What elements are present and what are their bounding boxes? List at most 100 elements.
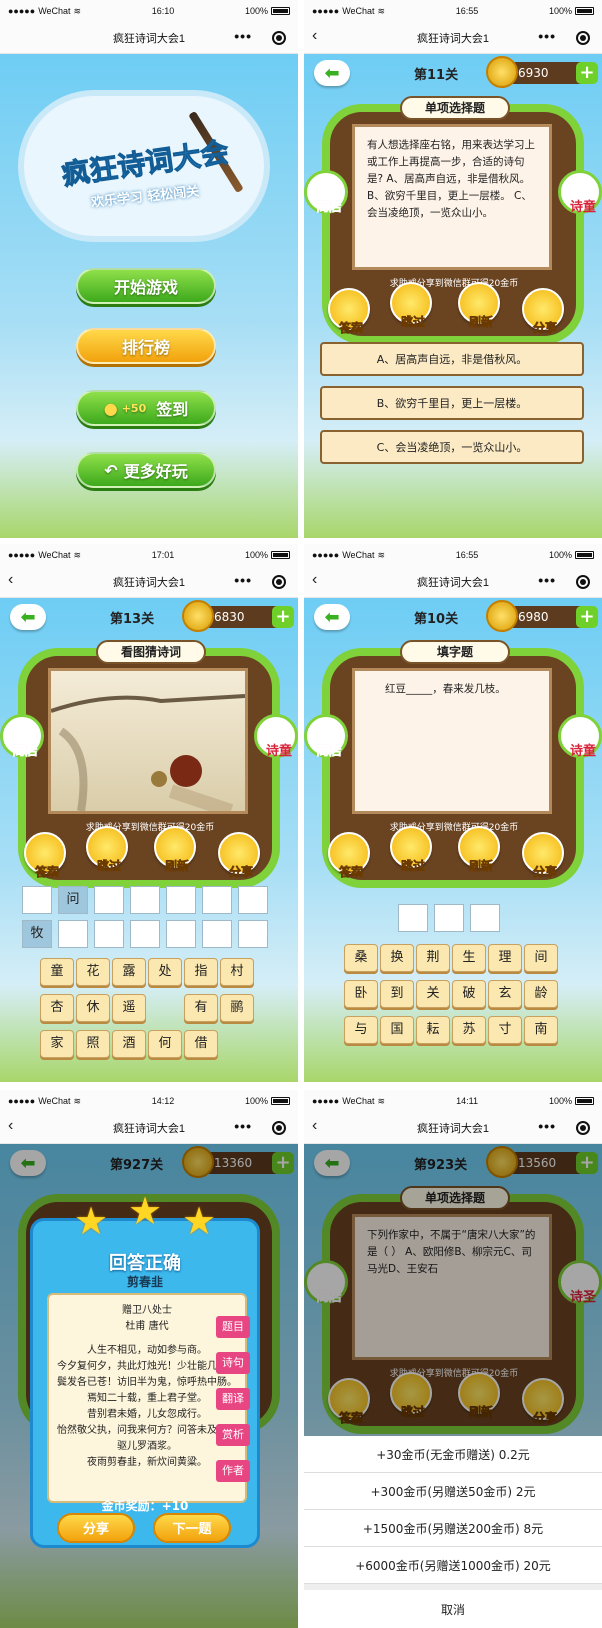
option-b[interactable]: B、欲穷千里目，更上一层楼。 [320,386,584,420]
next-question-button[interactable]: 下一题 [153,1513,231,1543]
poet-button[interactable]: 诗童 [558,170,602,215]
close-miniapp-icon[interactable] [272,1121,286,1135]
answer-cell[interactable]: 问 [58,886,88,914]
share-button[interactable]: 分享 [57,1513,135,1543]
char-key[interactable]: 理 [488,944,522,972]
skip-tool[interactable]: 跳过 [86,826,128,873]
answer-cell[interactable] [94,920,124,948]
char-key[interactable]: 酒 [112,1030,146,1058]
char-key[interactable]: 村 [220,958,254,986]
char-key[interactable]: 玄 [488,980,522,1008]
char-key[interactable]: 桑 [344,944,378,972]
nav-back-button[interactable]: ‹ [312,571,317,589]
close-miniapp-icon[interactable] [272,575,286,589]
char-key[interactable]: 有 [184,994,218,1022]
answer-cell[interactable] [130,920,160,948]
shop-button[interactable]: 商店 [304,170,348,215]
char-key[interactable]: 国 [380,1016,414,1044]
char-key[interactable]: 卧 [344,980,378,1008]
char-key[interactable]: 鹂 [220,994,254,1022]
answer-cell[interactable] [166,886,196,914]
share-tool[interactable]: 分享 [522,832,564,879]
nav-back-button[interactable]: ‹ [8,1117,13,1135]
answer-cell[interactable] [94,886,124,914]
char-key[interactable]: 苏 [452,1016,486,1044]
char-key[interactable]: 与 [344,1016,378,1044]
answer-cell[interactable] [58,920,88,948]
close-miniapp-icon[interactable] [576,31,590,45]
skip-tool[interactable]: 跳过 [390,826,432,873]
char-key[interactable]: 到 [380,980,414,1008]
char-key[interactable]: 处 [148,958,182,986]
answer-cell[interactable] [238,886,268,914]
more-menu-button[interactable]: ••• [234,1118,252,1134]
char-key[interactable]: 耘 [416,1016,450,1044]
char-key[interactable]: 休 [76,994,110,1022]
back-arrow-button[interactable]: ⬅ [314,60,350,86]
char-key[interactable]: 花 [76,958,110,986]
char-key[interactable]: 杏 [40,994,74,1022]
signin-button[interactable]: ● +50 签到 [76,390,216,426]
add-coins-button[interactable]: + [576,606,598,628]
back-arrow-button[interactable]: ⬅ [314,604,350,630]
poet-button[interactable]: 诗童 [558,714,602,759]
nav-back-button[interactable]: ‹ [312,27,317,45]
char-key[interactable]: 关 [416,980,450,1008]
more-menu-button[interactable]: ••• [234,572,252,588]
more-games-button[interactable]: ↶ 更多好玩 [76,452,216,488]
char-key[interactable]: 指 [184,958,218,986]
tab-question[interactable]: 题目 [216,1316,250,1338]
share-tool[interactable]: 分享 [218,832,260,879]
start-game-button[interactable]: 开始游戏 [76,268,216,304]
tab-author[interactable]: 作者 [216,1460,250,1482]
skip-tool[interactable]: 跳过 [390,282,432,329]
char-key[interactable]: 破 [452,980,486,1008]
answer-cell[interactable] [398,904,428,932]
char-key[interactable]: 何 [148,1030,182,1058]
tab-translation[interactable]: 翻译 [216,1388,250,1410]
answer-cell[interactable] [434,904,464,932]
refresh-tool[interactable]: 刷新 [154,826,196,873]
answer-cell[interactable] [202,920,232,948]
shop-button[interactable]: 商店 [304,714,348,759]
char-key[interactable]: 照 [76,1030,110,1058]
more-menu-button[interactable]: ••• [234,28,252,44]
tab-analysis[interactable]: 赏析 [216,1424,250,1446]
char-key[interactable]: 荆 [416,944,450,972]
purchase-option[interactable]: +1500金币(另赠送200金币) 8元 [304,1510,602,1547]
answer-tool[interactable]: 答案 [24,832,66,879]
char-key[interactable]: 露 [112,958,146,986]
char-key[interactable]: 家 [40,1030,74,1058]
tab-poem[interactable]: 诗句 [216,1352,250,1374]
more-menu-button[interactable]: ••• [538,572,556,588]
poet-button[interactable]: 诗童 [254,714,298,759]
add-coins-button[interactable]: + [272,606,294,628]
answer-cell[interactable] [238,920,268,948]
char-key[interactable]: 龄 [524,980,558,1008]
add-coins-button[interactable]: + [576,62,598,84]
answer-cell[interactable] [130,886,160,914]
char-key[interactable]: 寸 [488,1016,522,1044]
nav-back-button[interactable]: ‹ [312,1117,317,1135]
ranking-button[interactable]: 排行榜 [76,328,216,364]
option-c[interactable]: C、会当凌绝顶，一览众山小。 [320,430,584,464]
char-key[interactable]: 借 [184,1030,218,1058]
share-tool[interactable]: 分享 [522,288,564,335]
char-key[interactable]: 间 [524,944,558,972]
char-key[interactable]: 童 [40,958,74,986]
answer-cell[interactable] [22,886,52,914]
char-key[interactable]: 遥 [112,994,146,1022]
more-menu-button[interactable]: ••• [538,1118,556,1134]
shop-button[interactable]: 商店 [0,714,44,759]
answer-tool[interactable]: 答案 [328,832,370,879]
char-key[interactable]: 换 [380,944,414,972]
refresh-tool[interactable]: 刷新 [458,282,500,329]
close-miniapp-icon[interactable] [576,575,590,589]
answer-cell[interactable] [202,886,232,914]
more-menu-button[interactable]: ••• [538,28,556,44]
answer-cell[interactable] [166,920,196,948]
refresh-tool[interactable]: 刷新 [458,826,500,873]
option-a[interactable]: A、居高声自远，非是借秋风。 [320,342,584,376]
nav-back-button[interactable]: ‹ [8,571,13,589]
purchase-option[interactable]: +6000金币(另赠送1000金币) 20元 [304,1547,602,1584]
